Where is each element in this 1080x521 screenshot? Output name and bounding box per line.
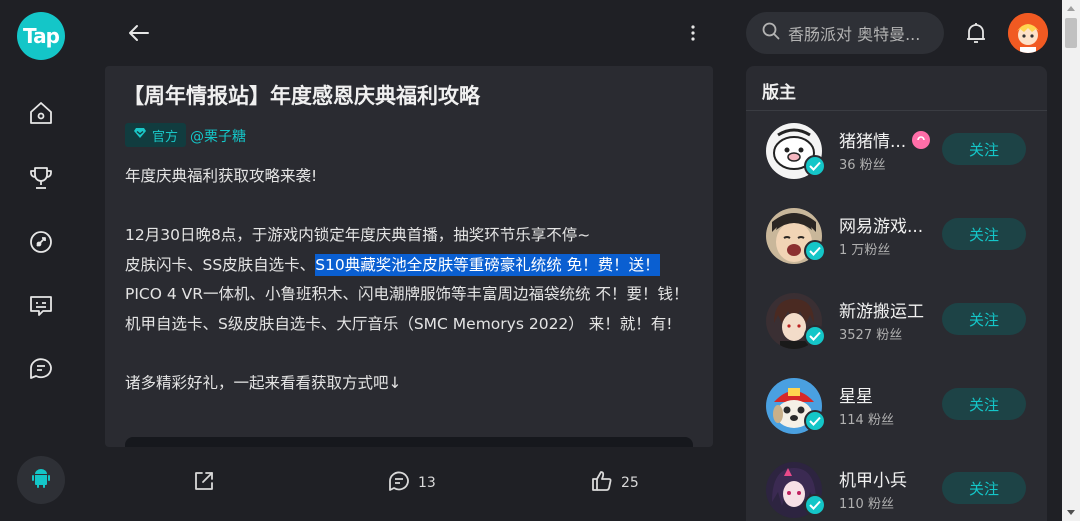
like-icon bbox=[591, 470, 613, 496]
like-button[interactable]: 25 bbox=[591, 470, 639, 496]
back-arrow-icon[interactable] bbox=[124, 18, 154, 48]
moderator-fans: 114 粉丝 bbox=[839, 413, 894, 428]
post-line: 年度庆典福利获取攻略来袭! bbox=[125, 167, 318, 185]
follow-button[interactable]: 关注 bbox=[942, 388, 1026, 420]
android-icon bbox=[29, 466, 53, 494]
verified-icon bbox=[804, 410, 826, 432]
message-card-icon[interactable] bbox=[26, 290, 56, 320]
bell-icon[interactable] bbox=[962, 18, 990, 48]
logo-text: Tap bbox=[23, 24, 60, 48]
verified-icon bbox=[804, 325, 826, 347]
post-body: 年度庆典福利获取攻略来袭! 12月30日晚8点，于游戏内锁定年度庆典首播，抽奖环… bbox=[125, 162, 695, 398]
diamond-icon bbox=[133, 127, 147, 143]
moderators-panel: 版主 猪猪情... 36 粉丝 关注 网易游戏... 1 万粉丝 关注 新游搬运… bbox=[746, 66, 1047, 521]
share-icon bbox=[193, 470, 215, 496]
post-image[interactable] bbox=[125, 437, 693, 447]
search-icon bbox=[762, 22, 780, 44]
follow-button[interactable]: 关注 bbox=[942, 472, 1026, 504]
left-rail: Tap bbox=[0, 0, 82, 521]
selected-text: S10典藏奖池全皮肤等重磅豪礼统统 免！费！送！ bbox=[315, 253, 660, 276]
post-line: 皮肤闪卡、SS皮肤自选卡、S10典藏奖池全皮肤等重磅豪礼统统 免！费！送！ bbox=[125, 251, 695, 281]
app-window: Tap 香肠派对 奥特曼... 【周年情报站】年度感恩庆典福利攻略 官方 @栗子… bbox=[0, 0, 1080, 521]
comment-button[interactable]: 13 bbox=[388, 470, 436, 496]
search-input[interactable]: 香肠派对 奥特曼... bbox=[746, 12, 944, 54]
name-text: 猪猪情... bbox=[839, 132, 907, 152]
creator-badge-icon bbox=[912, 130, 931, 149]
android-app-button[interactable] bbox=[17, 456, 65, 504]
moderator-name: 新游搬运工 bbox=[839, 297, 924, 322]
verified-icon bbox=[804, 494, 826, 516]
name-text: 机甲小兵 bbox=[839, 471, 907, 491]
post-line: 机甲自选卡、S级皮肤自选卡、大厅音乐（SMC Memorys 2022） 来！就… bbox=[125, 314, 673, 333]
name-text: 网易游戏... bbox=[839, 217, 924, 237]
official-badge: 官方 bbox=[125, 123, 187, 147]
moderator-name: 网易游戏... bbox=[839, 212, 923, 237]
comment-count: 13 bbox=[418, 475, 436, 491]
post-line-part: 皮肤闪卡、SS皮肤自选卡、 bbox=[125, 255, 316, 274]
home-icon[interactable] bbox=[26, 98, 56, 128]
author-link[interactable]: @栗子糖 bbox=[190, 126, 246, 146]
moderator-fans: 110 粉丝 bbox=[839, 497, 894, 512]
follow-button[interactable]: 关注 bbox=[942, 218, 1026, 250]
post-card: 【周年情报站】年度感恩庆典福利攻略 官方 @栗子糖 年度庆典福利获取攻略来袭! … bbox=[105, 66, 713, 447]
post-line: 诸多精彩好礼，一起来看看获取方式吧↓ bbox=[125, 373, 402, 392]
moderator-name: 机甲小兵 bbox=[839, 466, 907, 491]
moderators-title: 版主 bbox=[762, 83, 796, 103]
scroll-up-icon[interactable] bbox=[1062, 0, 1080, 16]
moderator-name: 猪猪情... bbox=[839, 127, 931, 152]
verified-icon bbox=[804, 240, 826, 262]
moderator-name: 星星 bbox=[839, 382, 873, 407]
page-scrollbar[interactable] bbox=[1062, 0, 1080, 521]
post-line: PICO 4 VR一体机、小鲁班积木、闪电潮牌服饰等丰富周边福袋统统 不！要！钱… bbox=[125, 285, 689, 303]
moderator-item[interactable]: 猪猪情... 36 粉丝 关注 bbox=[746, 123, 1047, 201]
official-label: 官方 bbox=[152, 129, 179, 145]
rocket-icon[interactable] bbox=[26, 227, 56, 257]
moderator-item[interactable]: 星星 114 粉丝 关注 bbox=[746, 378, 1047, 456]
like-count: 25 bbox=[621, 475, 639, 491]
share-button[interactable] bbox=[193, 470, 215, 496]
more-icon[interactable] bbox=[682, 18, 704, 48]
follow-button[interactable]: 关注 bbox=[942, 133, 1026, 165]
moderator-fans: 1 万粉丝 bbox=[839, 243, 891, 258]
trophy-icon[interactable] bbox=[26, 163, 56, 193]
follow-button[interactable]: 关注 bbox=[942, 303, 1026, 335]
moderator-item[interactable]: 新游搬运工 3527 粉丝 关注 bbox=[746, 293, 1047, 371]
moderator-item[interactable]: 网易游戏... 1 万粉丝 关注 bbox=[746, 208, 1047, 286]
divider bbox=[746, 110, 1047, 111]
search-placeholder: 香肠派对 奥特曼... bbox=[788, 25, 921, 44]
scroll-thumb[interactable] bbox=[1065, 18, 1077, 48]
moderator-fans: 3527 粉丝 bbox=[839, 328, 903, 343]
post-title: 【周年情报站】年度感恩庆典福利攻略 bbox=[123, 84, 480, 108]
name-text: 星星 bbox=[839, 387, 873, 407]
taptap-logo[interactable]: Tap bbox=[17, 12, 65, 60]
comment-icon bbox=[388, 470, 410, 496]
verified-icon bbox=[804, 155, 826, 177]
post-action-bar: 13 25 bbox=[105, 447, 713, 521]
post-line: 12月30日晚8点，于游戏内锁定年度庆典首播，抽奖环节乐享不停~ bbox=[125, 226, 591, 244]
moderator-fans: 36 粉丝 bbox=[839, 158, 886, 173]
chat-icon[interactable] bbox=[26, 353, 56, 383]
name-text: 新游搬运工 bbox=[839, 302, 924, 322]
moderator-item[interactable]: 机甲小兵 110 粉丝 关注 bbox=[746, 462, 1047, 521]
user-avatar[interactable] bbox=[1008, 13, 1048, 53]
scroll-down-icon[interactable] bbox=[1062, 505, 1080, 521]
